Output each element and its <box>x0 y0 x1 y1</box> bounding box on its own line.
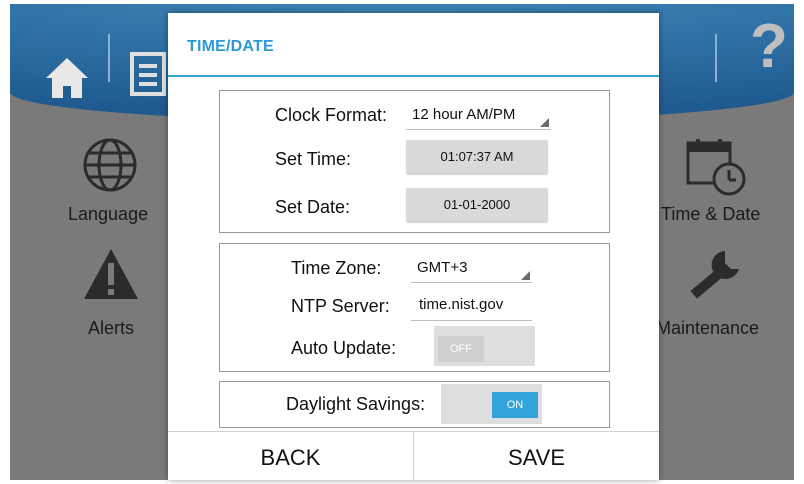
dropdown-arrow-icon <box>540 118 549 127</box>
clock-settings-group: Clock Format: 12 hour AM/PM Set Time: 01… <box>219 90 610 233</box>
daylight-savings-label: Daylight Savings: <box>286 394 426 414</box>
clock-format-dropdown[interactable]: 12 hour AM/PM <box>406 99 551 130</box>
dialog-button-bar: BACK SAVE <box>168 431 659 481</box>
screen: ? Language Alerts Time & Date Maintenanc… <box>0 0 804 483</box>
auto-update-toggle[interactable]: OFF <box>434 326 535 366</box>
set-time-button[interactable]: 01:07:37 AM <box>406 140 548 174</box>
clock-format-label: Clock Format: <box>275 105 388 125</box>
set-date-label: Set Date: <box>275 197 351 217</box>
daylight-savings-toggle[interactable]: ON <box>441 384 542 424</box>
time-zone-label: Time Zone: <box>291 258 382 278</box>
header-divider <box>108 34 110 82</box>
set-time-label: Set Time: <box>275 149 352 169</box>
time-zone-value: GMT+3 <box>417 259 468 276</box>
help-icon[interactable]: ? <box>750 16 788 78</box>
time-date-dialog: TIME/DATE Clock Format: 12 hour AM/PM Se… <box>168 13 659 481</box>
ntp-server-field[interactable]: time.nist.gov <box>411 290 532 321</box>
wrench-icon[interactable] <box>685 247 745 307</box>
dropdown-arrow-icon <box>521 271 530 280</box>
dialog-title: TIME/DATE <box>187 38 274 55</box>
ntp-server-label: NTP Server: <box>291 296 390 316</box>
ntp-server-value: time.nist.gov <box>419 296 504 313</box>
daylight-savings-group: Daylight Savings: ON <box>219 381 610 428</box>
toggle-state-on: ON <box>492 392 538 418</box>
clock-format-value: 12 hour AM/PM <box>412 106 516 123</box>
save-button[interactable]: SAVE <box>414 432 659 481</box>
tile-label-alerts[interactable]: Alerts <box>88 318 134 339</box>
time-sync-group: Time Zone: GMT+3 NTP Server: time.nist.g… <box>219 243 610 372</box>
globe-icon[interactable] <box>82 137 138 193</box>
title-divider <box>168 75 659 77</box>
tile-label-language[interactable]: Language <box>68 204 148 225</box>
home-icon[interactable] <box>44 56 90 100</box>
back-button[interactable]: BACK <box>168 432 413 481</box>
settings-list-icon[interactable] <box>130 52 170 98</box>
calendar-clock-icon[interactable] <box>685 137 747 197</box>
time-zone-dropdown[interactable]: GMT+3 <box>411 252 532 283</box>
toggle-state-off: OFF <box>438 336 484 362</box>
tile-label-time-date[interactable]: Time & Date <box>661 204 760 225</box>
header-divider <box>715 34 717 82</box>
tile-label-maintenance[interactable]: Maintenance <box>656 318 759 339</box>
auto-update-label: Auto Update: <box>291 338 397 358</box>
warning-icon[interactable] <box>82 247 140 301</box>
set-date-button[interactable]: 01-01-2000 <box>406 188 548 222</box>
